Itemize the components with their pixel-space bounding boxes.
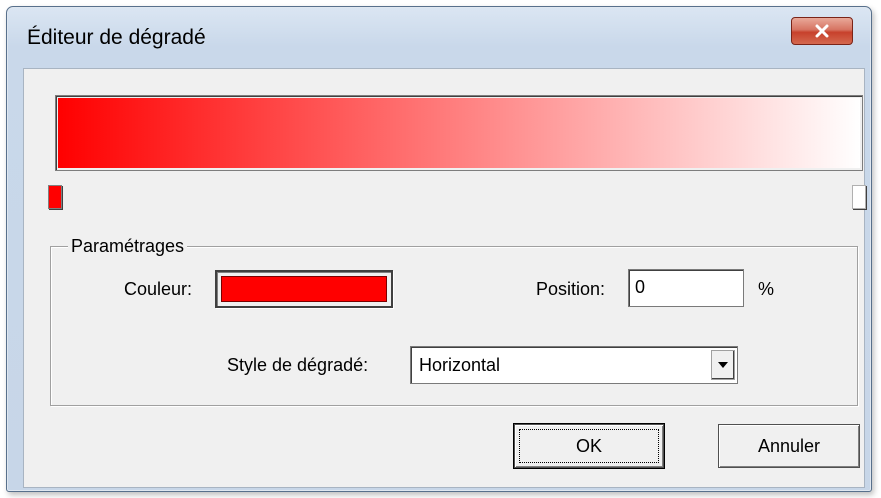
position-input[interactable]: 0 <box>628 269 744 307</box>
close-icon <box>814 24 830 38</box>
gradient-editor-dialog: Éditeur de dégradé Paramétrages Couleur:… <box>6 6 872 492</box>
dialog-client-area: Paramétrages Couleur: Position: 0 % Styl… <box>23 68 866 488</box>
ok-button[interactable]: OK <box>513 423 665 469</box>
window-title: Éditeur de dégradé <box>27 26 206 49</box>
gradient-stop-end[interactable] <box>852 185 866 209</box>
dropdown-arrow-icon[interactable] <box>711 350 735 380</box>
color-swatch <box>221 276 387 302</box>
cancel-button-label: Annuler <box>757 436 821 456</box>
percent-label: % <box>758 279 775 299</box>
gradient-style-value: Horizontal <box>419 355 501 375</box>
color-label: Couleur: <box>124 279 193 299</box>
gradient-style-label: Style de dégradé: <box>227 355 369 375</box>
color-picker-button[interactable] <box>215 270 393 308</box>
settings-group-label: Paramétrages <box>68 235 188 257</box>
position-label: Position: <box>536 279 606 299</box>
cancel-button[interactable]: Annuler <box>718 424 860 468</box>
gradient-preview <box>55 95 863 171</box>
gradient-style-select[interactable]: Horizontal <box>410 346 738 384</box>
close-button[interactable] <box>791 17 853 45</box>
ok-button-focus-rect <box>519 429 659 463</box>
gradient-preview-fill <box>58 98 860 168</box>
gradient-stop-start[interactable] <box>48 185 62 209</box>
